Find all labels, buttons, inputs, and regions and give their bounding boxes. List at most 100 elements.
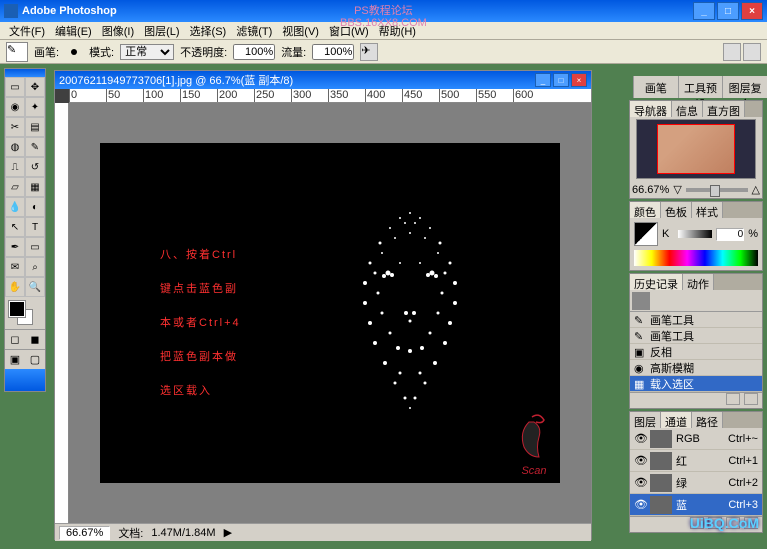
- pen-tool[interactable]: ✒: [5, 237, 25, 257]
- color-spectrum[interactable]: [634, 250, 758, 266]
- brush-preview-icon[interactable]: [71, 49, 77, 55]
- path-tool[interactable]: ↖: [5, 217, 25, 237]
- zoom-out-icon[interactable]: ▽: [673, 183, 681, 196]
- notes-tool[interactable]: ✉: [5, 257, 25, 277]
- tab-tool-presets[interactable]: 工具预设: [678, 76, 723, 98]
- history-item[interactable]: ▦载入选区: [630, 376, 762, 392]
- mode-select[interactable]: 正常: [120, 44, 174, 60]
- tab-styles[interactable]: 样式: [692, 202, 723, 218]
- dodge-tool[interactable]: ◐: [25, 197, 45, 217]
- visibility-icon[interactable]: 👁: [634, 498, 646, 511]
- visibility-icon[interactable]: 👁: [634, 432, 646, 445]
- standard-mode-icon[interactable]: ◻: [5, 329, 25, 349]
- menu-select[interactable]: 选择(S): [185, 23, 232, 39]
- quickmask-mode-icon[interactable]: ◼: [25, 329, 45, 349]
- tab-navigator[interactable]: 导航器: [630, 101, 672, 117]
- tab-actions[interactable]: 动作: [683, 274, 714, 290]
- opacity-input[interactable]: [233, 44, 275, 60]
- brush-tool[interactable]: ✎: [25, 137, 45, 157]
- tab-layers[interactable]: 图层: [630, 412, 661, 428]
- close-button[interactable]: ×: [741, 2, 763, 20]
- channel-item[interactable]: 👁红Ctrl+1: [630, 450, 762, 472]
- navigator-zoom[interactable]: 66.67%: [632, 184, 669, 196]
- canvas[interactable]: 八、按着Ctrl 键点击蓝色副 本或者Ctrl+4 把蓝色副本做 选区载入: [69, 103, 591, 523]
- tool-preset-icon[interactable]: ✎: [6, 42, 28, 62]
- history-item[interactable]: ✎画笔工具: [630, 312, 762, 328]
- new-snapshot-icon[interactable]: [726, 393, 740, 405]
- menu-file[interactable]: 文件(F): [4, 23, 50, 39]
- trash-icon[interactable]: [744, 517, 758, 529]
- slice-tool[interactable]: ▤: [25, 117, 45, 137]
- tab-history[interactable]: 历史记录: [630, 274, 683, 290]
- history-snapshot[interactable]: [630, 290, 762, 312]
- doc-close-button[interactable]: ×: [571, 73, 587, 87]
- k-value[interactable]: 0: [716, 228, 744, 241]
- marquee-tool[interactable]: ▭: [5, 77, 25, 97]
- visibility-icon[interactable]: 👁: [634, 476, 646, 489]
- save-selection-icon[interactable]: [708, 517, 722, 529]
- zoom-tool[interactable]: 🔍: [25, 277, 45, 297]
- doc-minimize-button[interactable]: _: [535, 73, 551, 87]
- tab-histogram[interactable]: 直方图: [703, 101, 745, 117]
- minimize-button[interactable]: _: [693, 2, 715, 20]
- wand-tool[interactable]: ✦: [25, 97, 45, 117]
- tab-layer-comps[interactable]: 图层复合: [722, 76, 767, 98]
- color-swatches[interactable]: [5, 297, 45, 329]
- doc-maximize-button[interactable]: □: [553, 73, 569, 87]
- screen-mode-2-icon[interactable]: ▢: [25, 349, 45, 369]
- history-item[interactable]: ✎画笔工具: [630, 328, 762, 344]
- menu-view[interactable]: 视图(V): [277, 23, 324, 39]
- type-tool[interactable]: T: [25, 217, 45, 237]
- history-item[interactable]: ▣反相: [630, 344, 762, 360]
- hand-tool[interactable]: ✋: [5, 277, 25, 297]
- zoom-in-icon[interactable]: △: [752, 183, 760, 196]
- load-selection-icon[interactable]: [690, 517, 704, 529]
- screen-mode-1-icon[interactable]: ▣: [5, 349, 25, 369]
- channel-item[interactable]: 👁绿Ctrl+2: [630, 472, 762, 494]
- tab-color[interactable]: 颜色: [630, 202, 661, 218]
- palette-well-icon[interactable]: [723, 43, 741, 61]
- foreground-color[interactable]: [9, 301, 25, 317]
- airbrush-icon[interactable]: ✈: [360, 43, 378, 61]
- history-brush-tool[interactable]: ↺: [25, 157, 45, 177]
- menu-window[interactable]: 窗口(W): [324, 23, 374, 39]
- flow-input[interactable]: [312, 44, 354, 60]
- stamp-tool[interactable]: ⎍: [5, 157, 25, 177]
- move-tool[interactable]: ✥: [25, 77, 45, 97]
- imageready-icon[interactable]: [5, 369, 45, 391]
- maximize-button[interactable]: □: [717, 2, 739, 20]
- shape-tool[interactable]: ▭: [25, 237, 45, 257]
- crop-tool[interactable]: ✂: [5, 117, 25, 137]
- channel-item[interactable]: 👁RGBCtrl+~: [630, 428, 762, 450]
- menu-layer[interactable]: 图层(L): [139, 23, 184, 39]
- color-swatch-icon[interactable]: [634, 222, 658, 246]
- tab-paths[interactable]: 路径: [692, 412, 723, 428]
- menu-edit[interactable]: 编辑(E): [50, 23, 97, 39]
- dock-icon[interactable]: [743, 43, 761, 61]
- tab-channels[interactable]: 通道: [661, 412, 692, 428]
- tab-swatches[interactable]: 色板: [661, 202, 692, 218]
- tab-brushes[interactable]: 画笔: [633, 76, 678, 98]
- zoom-slider[interactable]: [686, 188, 748, 192]
- menu-filter[interactable]: 滤镜(T): [231, 23, 277, 39]
- trash-icon[interactable]: [744, 393, 758, 405]
- menu-help[interactable]: 帮助(H): [374, 23, 421, 39]
- visibility-icon[interactable]: 👁: [634, 454, 646, 467]
- blur-tool[interactable]: 💧: [5, 197, 25, 217]
- navigator-thumbnail[interactable]: [636, 119, 756, 179]
- eraser-tool[interactable]: ▱: [5, 177, 25, 197]
- gradient-tool[interactable]: ▦: [25, 177, 45, 197]
- lasso-tool[interactable]: ◉: [5, 97, 25, 117]
- menu-image[interactable]: 图像(I): [97, 23, 139, 39]
- eyedropper-tool[interactable]: ⌕: [25, 257, 45, 277]
- channel-item[interactable]: 👁蓝Ctrl+3: [630, 494, 762, 516]
- history-item[interactable]: ◉高斯模糊: [630, 360, 762, 376]
- tab-info[interactable]: 信息: [672, 101, 703, 117]
- document-title: 20076211949773706[1].jpg @ 66.7%(蓝 副本/8): [59, 72, 293, 88]
- zoom-display[interactable]: 66.67%: [59, 526, 110, 540]
- heal-tool[interactable]: ◍: [5, 137, 25, 157]
- k-slider[interactable]: [678, 230, 712, 238]
- new-channel-icon[interactable]: [726, 517, 740, 529]
- status-arrow-icon[interactable]: ▶: [224, 526, 232, 539]
- document-titlebar[interactable]: 20076211949773706[1].jpg @ 66.7%(蓝 副本/8)…: [55, 71, 591, 89]
